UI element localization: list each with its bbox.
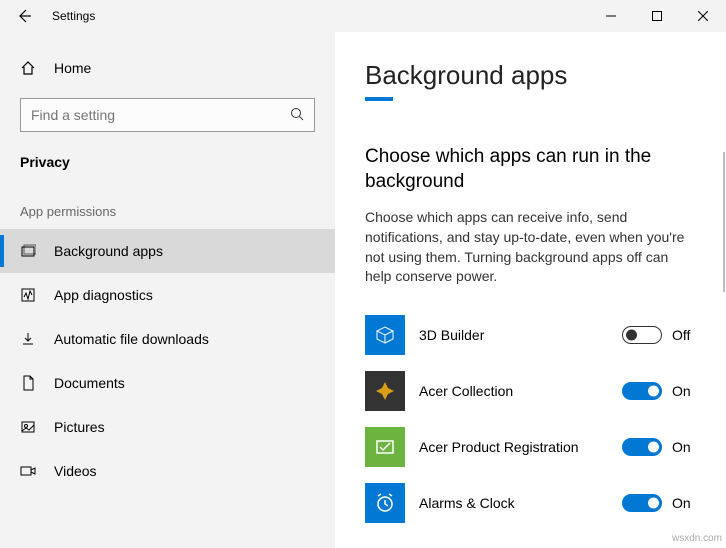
nav-label: Automatic file downloads (54, 331, 209, 347)
app-row-3d-builder: 3D Builder Off (365, 307, 696, 363)
app-icon-alarms-clock (365, 483, 405, 523)
app-label: Acer Collection (419, 383, 622, 399)
nav-item-app-diagnostics[interactable]: App diagnostics (0, 273, 335, 317)
window-controls (588, 0, 726, 32)
toggle-state: On (672, 383, 696, 399)
app-list: 3D Builder Off Acer Collection On Acer P… (365, 307, 696, 531)
toggle-state: On (672, 439, 696, 455)
picture-icon (20, 419, 36, 435)
section-description: Choose which apps can receive info, send… (365, 208, 696, 286)
search-icon (290, 107, 304, 124)
nav-label: App diagnostics (54, 287, 153, 303)
nav-label: Background apps (54, 243, 163, 259)
video-icon (20, 463, 36, 479)
app-row-alarms-clock: Alarms & Clock On (365, 475, 696, 531)
app-row-acer-registration: Acer Product Registration On (365, 419, 696, 475)
nav-label: Pictures (54, 419, 105, 435)
nav-item-documents[interactable]: Documents (0, 361, 335, 405)
toggle-state: Off (672, 327, 696, 343)
app-label: Acer Product Registration (419, 439, 622, 455)
arrow-left-icon (16, 8, 32, 24)
nav-item-auto-downloads[interactable]: Automatic file downloads (0, 317, 335, 361)
sidebar: Home Privacy App permissions Background … (0, 32, 335, 548)
nav-item-videos[interactable]: Videos (0, 449, 335, 493)
scrollbar[interactable] (723, 152, 725, 292)
toggle-alarms-clock[interactable] (622, 494, 662, 512)
main-panel: Background apps Choose which apps can ru… (335, 32, 726, 548)
nav-label: Documents (54, 375, 125, 391)
maximize-button[interactable] (634, 0, 680, 32)
page-title: Background apps (365, 60, 696, 91)
nav-item-pictures[interactable]: Pictures (0, 405, 335, 449)
maximize-icon (652, 11, 662, 21)
close-button[interactable] (680, 0, 726, 32)
download-icon (20, 331, 36, 347)
title-accent (365, 97, 393, 101)
close-icon (698, 11, 708, 21)
layers-icon (20, 243, 36, 259)
home-icon (20, 60, 36, 76)
diagnostics-icon (20, 287, 36, 303)
home-link[interactable]: Home (0, 52, 335, 84)
toggle-state: On (672, 495, 696, 511)
app-icon-acer-registration (365, 427, 405, 467)
section-title: Privacy (0, 148, 335, 188)
app-label: Alarms & Clock (419, 495, 622, 511)
watermark: wsxdn.com (672, 533, 722, 544)
minimize-icon (606, 11, 616, 21)
app-icon-3d-builder (365, 315, 405, 355)
back-button[interactable] (0, 0, 48, 32)
nav-item-background-apps[interactable]: Background apps (0, 229, 335, 273)
minimize-button[interactable] (588, 0, 634, 32)
toggle-acer-collection[interactable] (622, 382, 662, 400)
sidebar-subhead: App permissions (0, 188, 335, 229)
app-icon-acer-collection (365, 371, 405, 411)
toggle-acer-registration[interactable] (622, 438, 662, 456)
search-box[interactable] (20, 98, 315, 132)
titlebar: Settings (0, 0, 726, 32)
search-input[interactable] (31, 107, 290, 123)
document-icon (20, 375, 36, 391)
app-row-acer-collection: Acer Collection On (365, 363, 696, 419)
app-label: 3D Builder (419, 327, 622, 343)
home-label: Home (54, 60, 91, 76)
window-title: Settings (52, 9, 95, 23)
nav-label: Videos (54, 463, 97, 479)
section-heading: Choose which apps can run in the backgro… (365, 145, 696, 194)
toggle-3d-builder[interactable] (622, 326, 662, 344)
